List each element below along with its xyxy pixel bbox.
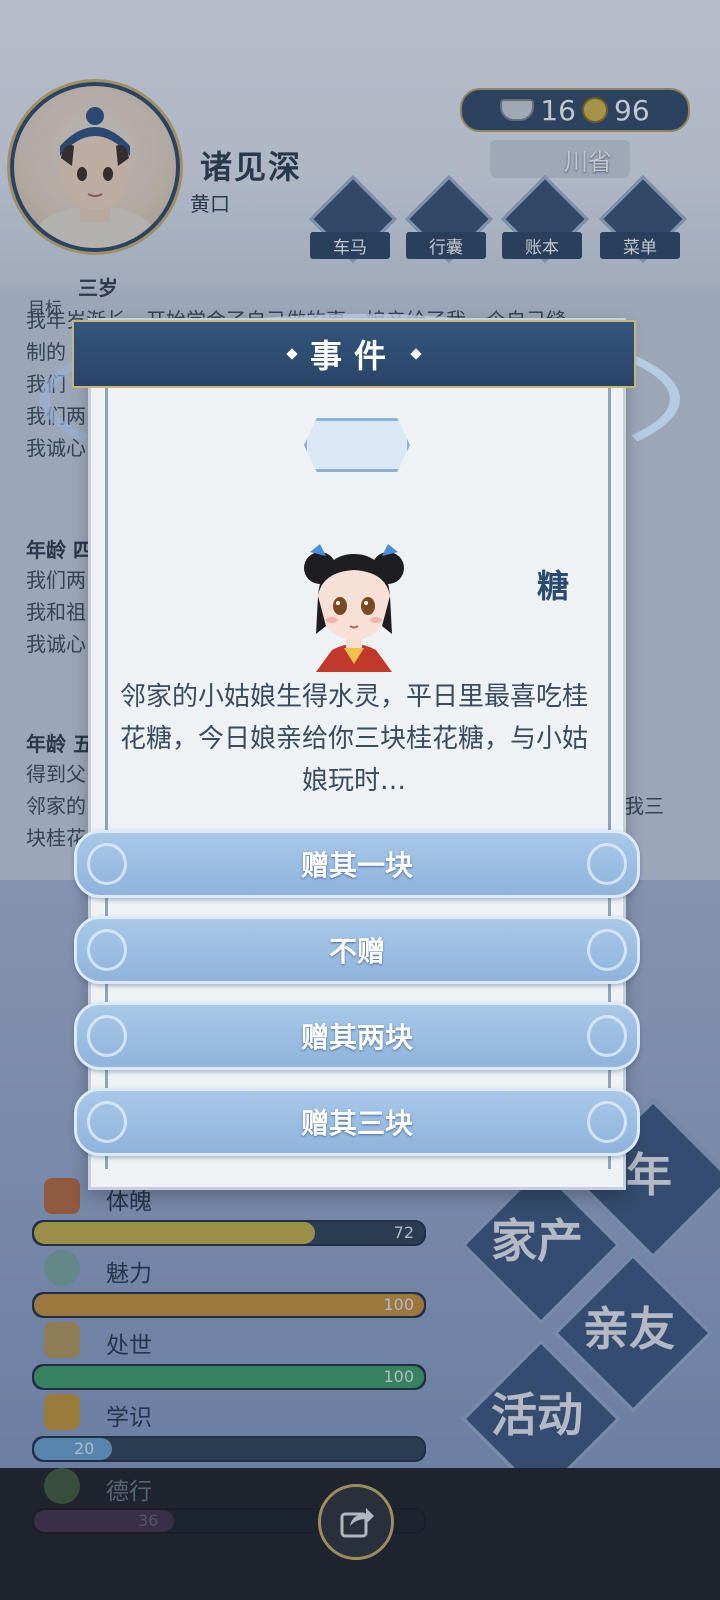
dialog-title: 事件 [309, 337, 398, 375]
choice-give-two-button[interactable]: 赠其两块 [74, 1002, 640, 1070]
cloud-ornament-icon [87, 929, 127, 971]
cloud-ornament-icon [587, 1015, 627, 1057]
cloud-ornament-icon [87, 1015, 127, 1057]
cloud-ornament-icon [87, 1101, 127, 1143]
choice-label: 赠其三块 [300, 1107, 413, 1140]
event-description: 邻家的小姑娘生得水灵，平日里最喜吃桂花糖，今日娘亲给你三块桂花糖，与小姑娘玩时… [119, 682, 588, 796]
choice-label: 不赠 [328, 935, 385, 968]
cloud-ornament-icon [87, 843, 127, 885]
cloud-ornament-icon [587, 843, 627, 885]
badge-frame [304, 418, 410, 472]
event-name: 糖 [536, 567, 571, 605]
choice-give-one-button[interactable]: 赠其一块 [74, 830, 640, 898]
neighbor-girl-portrait [304, 544, 404, 672]
dialog-header: 事件 [72, 320, 636, 388]
choice-give-none-button[interactable]: 不赠 [74, 916, 640, 984]
header-ornament-icon [410, 348, 422, 360]
event-name-badge: 糖 [296, 414, 569, 605]
choice-label: 赠其两块 [300, 1021, 413, 1054]
cloud-ornament-icon [587, 929, 627, 971]
header-ornament-icon [286, 348, 298, 360]
choice-give-three-button[interactable]: 赠其三块 [74, 1088, 640, 1156]
choice-label: 赠其一块 [300, 849, 413, 882]
cloud-ornament-icon [587, 1101, 627, 1143]
